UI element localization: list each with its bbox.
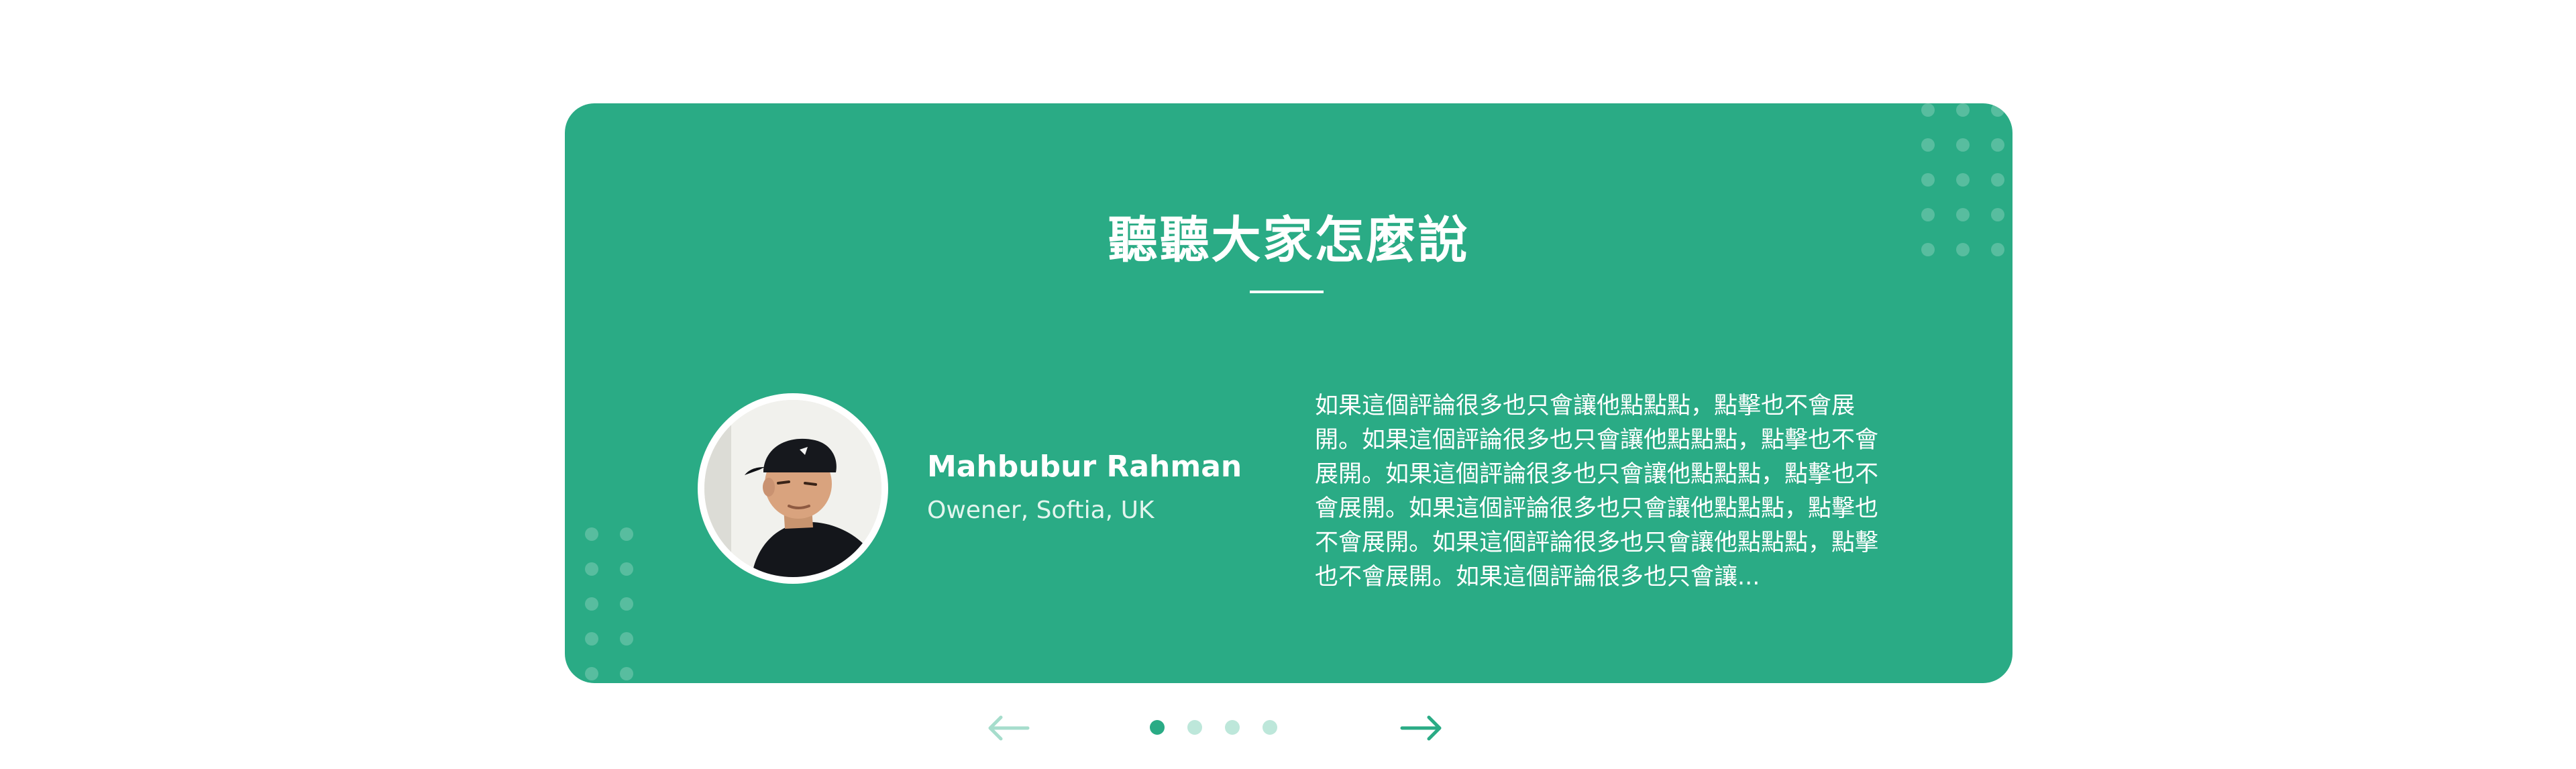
avatar-photo xyxy=(704,400,881,577)
pagination-dot-2[interactable] xyxy=(1187,720,1202,735)
previous-button[interactable] xyxy=(985,711,1032,745)
title-divider xyxy=(1250,291,1324,293)
pagination-dot-4[interactable] xyxy=(1263,720,1277,735)
avatar xyxy=(698,393,888,584)
arrow-right-icon xyxy=(1400,715,1442,741)
pagination-dot-3[interactable] xyxy=(1225,720,1240,735)
review-text: 如果這個評論很多也只會讓他點點點，點擊也不會展開。如果這個評論很多也只會讓他點點… xyxy=(1315,393,1879,591)
next-button[interactable] xyxy=(1398,711,1445,745)
author-role: Owener, Softia, UK xyxy=(927,497,1155,524)
section-title: 聽聽大家怎麼說 xyxy=(1108,211,1470,269)
testimonial-card: 聽聽大家怎麼說 Mahbubur Rahman Owener, Softia, … xyxy=(565,103,2012,683)
person-photo-illustration xyxy=(704,400,881,577)
carousel-pagination xyxy=(1150,720,1277,735)
decorative-dots-bottom-left xyxy=(565,527,633,680)
pagination-dot-1[interactable] xyxy=(1150,720,1165,735)
arrow-left-icon xyxy=(988,715,1030,741)
author-name: Mahbubur Rahman xyxy=(927,450,1242,484)
